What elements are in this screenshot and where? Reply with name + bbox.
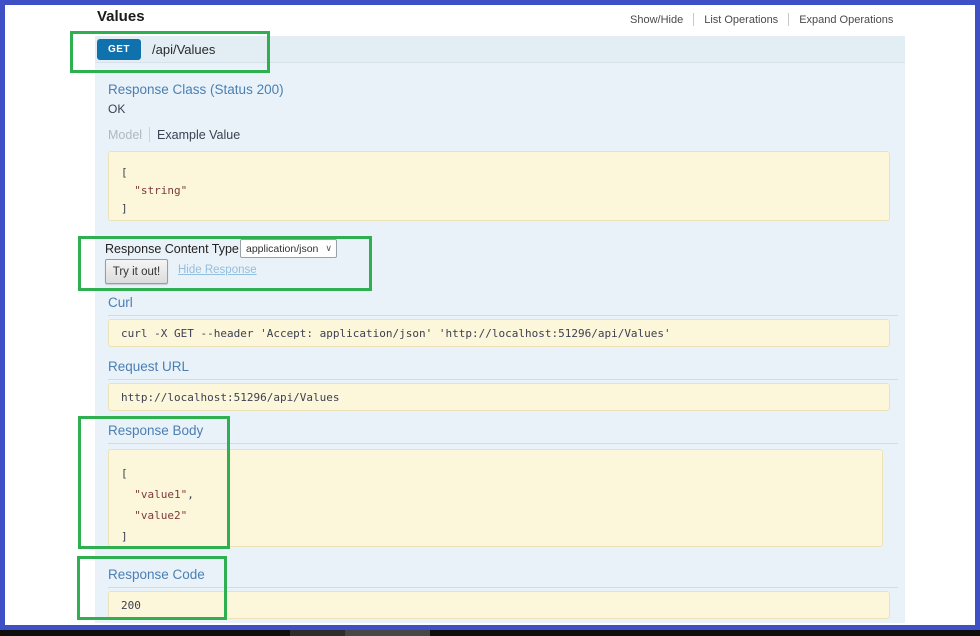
show-hide-link[interactable]: Show/Hide	[630, 14, 683, 26]
request-url-code-block: http://localhost:51296/api/Values	[108, 383, 890, 411]
operations-nav: Show/Hide List Operations Expand Operati…	[630, 13, 893, 26]
example-value-code-block: [ "string"]	[108, 151, 890, 221]
hide-response-link[interactable]: Hide Response	[178, 264, 257, 276]
bottom-bar-segment	[345, 630, 430, 636]
nav-divider	[693, 13, 694, 26]
response-code-code-block: 200	[108, 591, 890, 619]
content-type-select[interactable]: application/json ∨	[240, 239, 337, 258]
tab-example-value[interactable]: Example Value	[157, 128, 240, 142]
tab-divider	[149, 127, 150, 142]
response-class-heading: Response Class (Status 200)	[108, 82, 284, 97]
operation-header[interactable]: GET /api/Values	[95, 36, 905, 63]
bottom-bar	[0, 630, 980, 636]
endpoint-path-link[interactable]: /api/Values	[152, 42, 215, 57]
chevron-down-icon: ∨	[325, 244, 332, 253]
content-type-selected-value: application/json	[246, 243, 318, 255]
nav-divider	[788, 13, 789, 26]
tab-model[interactable]: Model	[108, 128, 142, 142]
try-it-out-button[interactable]: Try it out!	[105, 259, 168, 284]
request-url-heading: Request URL	[108, 359, 898, 380]
bottom-bar-segment	[290, 630, 345, 636]
page-title: Values	[97, 8, 145, 25]
response-content-type-label: Response Content Type	[105, 242, 239, 256]
expand-operations-link[interactable]: Expand Operations	[799, 14, 893, 26]
curl-code-block: curl -X GET --header 'Accept: applicatio…	[108, 319, 890, 347]
response-body-code-block: [ "value1", "value2"]	[108, 449, 883, 547]
http-method-badge[interactable]: GET	[97, 39, 141, 60]
response-code-heading: Response Code	[108, 567, 898, 588]
curl-heading: Curl	[108, 295, 898, 316]
operation-panel: GET /api/Values Response Class (Status 2…	[95, 36, 905, 623]
model-example-tabs: Model Example Value	[108, 127, 240, 142]
list-operations-link[interactable]: List Operations	[704, 14, 778, 26]
response-body-heading: Response Body	[108, 423, 898, 444]
response-class-description: OK	[108, 102, 125, 116]
